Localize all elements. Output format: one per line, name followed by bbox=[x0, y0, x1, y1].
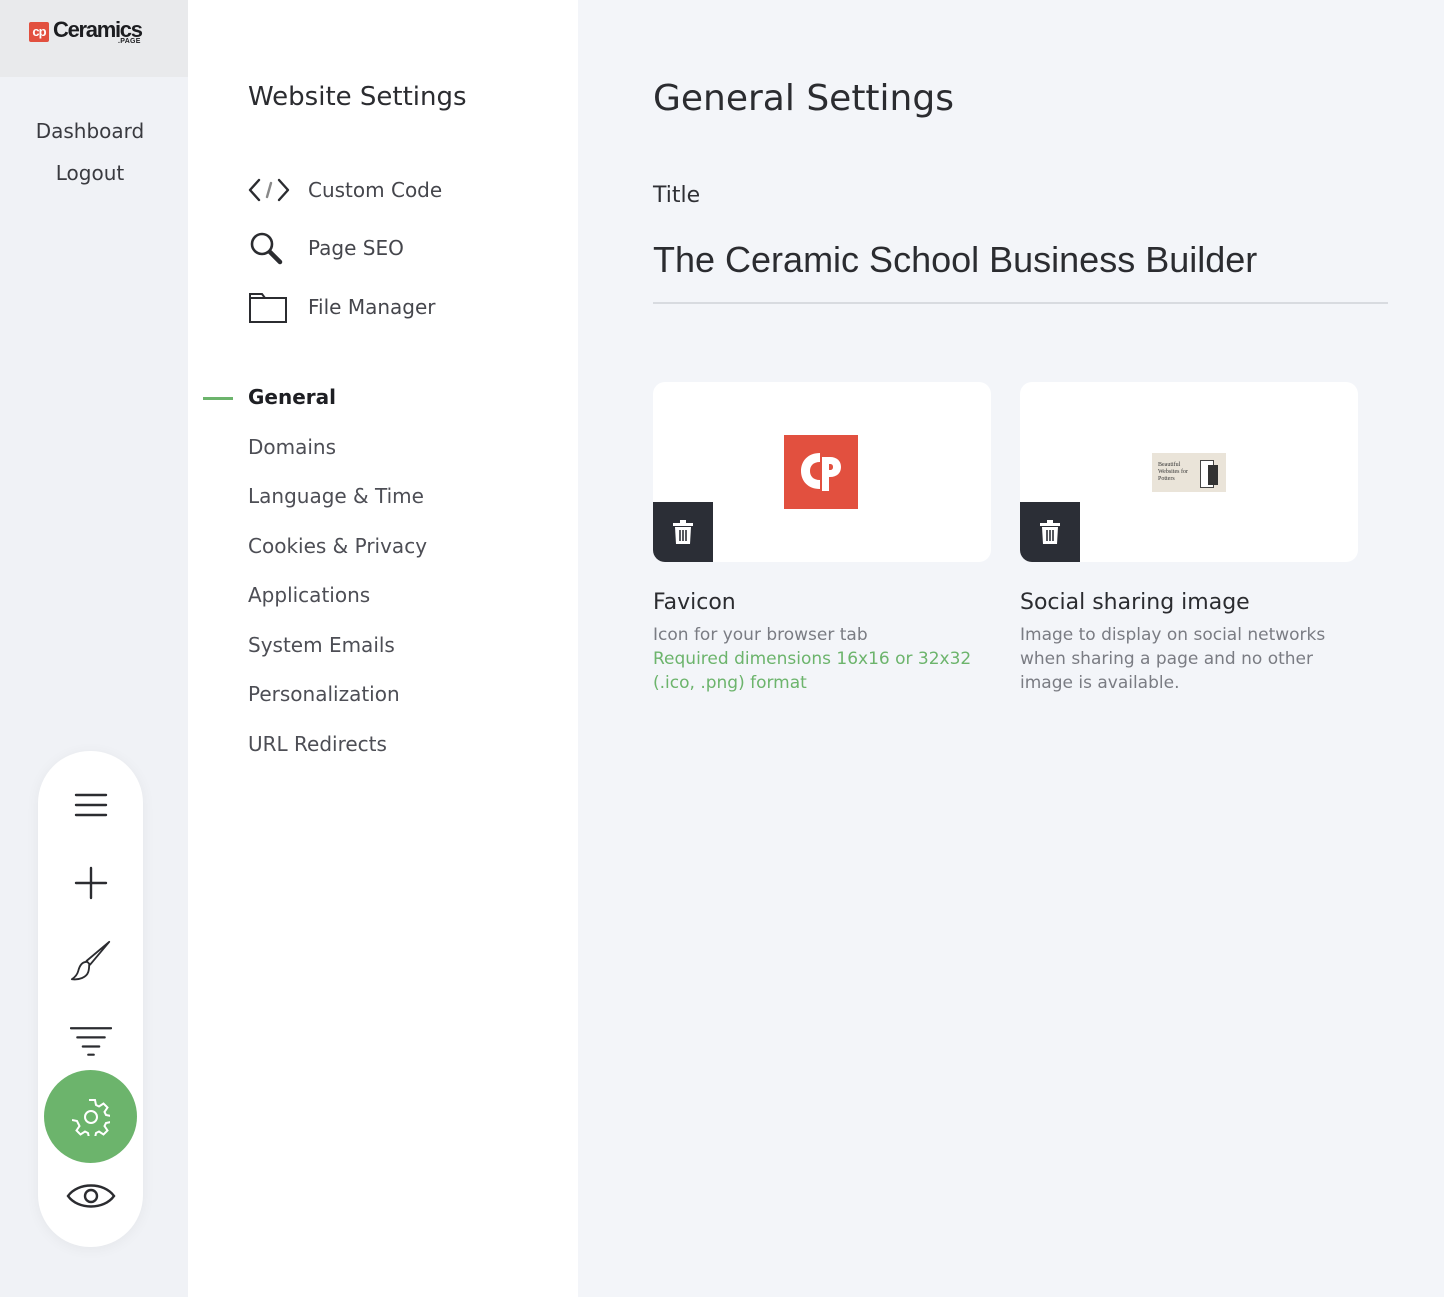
nav-general[interactable]: General bbox=[248, 385, 336, 409]
nav-domains[interactable]: Domains bbox=[248, 435, 336, 459]
social-image-card[interactable]: Beautiful Websites for Potters bbox=[1020, 382, 1358, 562]
favicon-requirements: Required dimensions 16x16 or 32x32 (.ico… bbox=[653, 649, 972, 693]
thumbnail-text: Beautiful Websites for Potters bbox=[1158, 462, 1189, 482]
title-input[interactable] bbox=[653, 232, 1388, 304]
tool-dock bbox=[38, 751, 143, 1247]
delete-favicon-button[interactable] bbox=[653, 502, 713, 562]
social-image-title: Social sharing image bbox=[1020, 590, 1250, 615]
favicon-description: Icon for your browser tab Required dimen… bbox=[653, 623, 983, 695]
menu-icon[interactable] bbox=[70, 784, 112, 826]
title-label: Title bbox=[653, 183, 701, 208]
favicon-desc-text: Icon for your browser tab bbox=[653, 625, 868, 645]
custom-code-link[interactable]: Custom Code bbox=[248, 170, 442, 210]
active-indicator bbox=[203, 397, 233, 400]
settings-panel: Website Settings Custom Code Page SEO Fi… bbox=[188, 0, 578, 1297]
logo[interactable]: cp Ceramics .PAGE bbox=[0, 0, 188, 77]
favicon-image bbox=[784, 435, 858, 509]
file-manager-label: File Manager bbox=[308, 295, 436, 319]
nav-applications[interactable]: Applications bbox=[248, 583, 370, 607]
trash-icon bbox=[673, 520, 693, 544]
left-rail: cp Ceramics .PAGE Dashboard Logout bbox=[0, 0, 188, 1297]
dashboard-link[interactable]: Dashboard bbox=[0, 119, 180, 143]
logo-mark-icon: cp bbox=[29, 22, 49, 42]
social-image-description: Image to display on social networks when… bbox=[1020, 625, 1326, 693]
nav-url-redirects[interactable]: URL Redirects bbox=[248, 732, 387, 756]
nav-system-emails[interactable]: System Emails bbox=[248, 633, 395, 657]
logout-link[interactable]: Logout bbox=[0, 161, 180, 185]
page-seo-link[interactable]: Page SEO bbox=[248, 228, 404, 268]
search-icon bbox=[248, 228, 292, 268]
favicon-title: Favicon bbox=[653, 590, 736, 615]
delete-social-image-button[interactable] bbox=[1020, 502, 1080, 562]
filter-icon[interactable] bbox=[70, 1020, 112, 1062]
nav-personalization[interactable]: Personalization bbox=[248, 682, 400, 706]
code-icon bbox=[248, 170, 292, 210]
page-title: General Settings bbox=[653, 78, 954, 119]
page-seo-label: Page SEO bbox=[308, 236, 404, 260]
plus-icon[interactable] bbox=[70, 862, 112, 904]
logo-suffix: .PAGE bbox=[118, 38, 141, 45]
favicon-card[interactable] bbox=[653, 382, 991, 562]
nav-cookies-privacy[interactable]: Cookies & Privacy bbox=[248, 534, 427, 558]
trash-icon bbox=[1040, 520, 1060, 544]
folder-icon bbox=[248, 287, 292, 327]
nav-language-time[interactable]: Language & Time bbox=[248, 484, 424, 508]
social-image-thumbnail: Beautiful Websites for Potters bbox=[1152, 453, 1226, 492]
panel-title: Website Settings bbox=[248, 82, 467, 112]
settings-button[interactable] bbox=[44, 1070, 137, 1163]
brush-icon[interactable] bbox=[70, 940, 112, 982]
eye-icon[interactable] bbox=[64, 1175, 118, 1217]
gear-icon bbox=[71, 1098, 110, 1136]
file-manager-link[interactable]: File Manager bbox=[248, 287, 436, 327]
custom-code-label: Custom Code bbox=[308, 178, 443, 202]
